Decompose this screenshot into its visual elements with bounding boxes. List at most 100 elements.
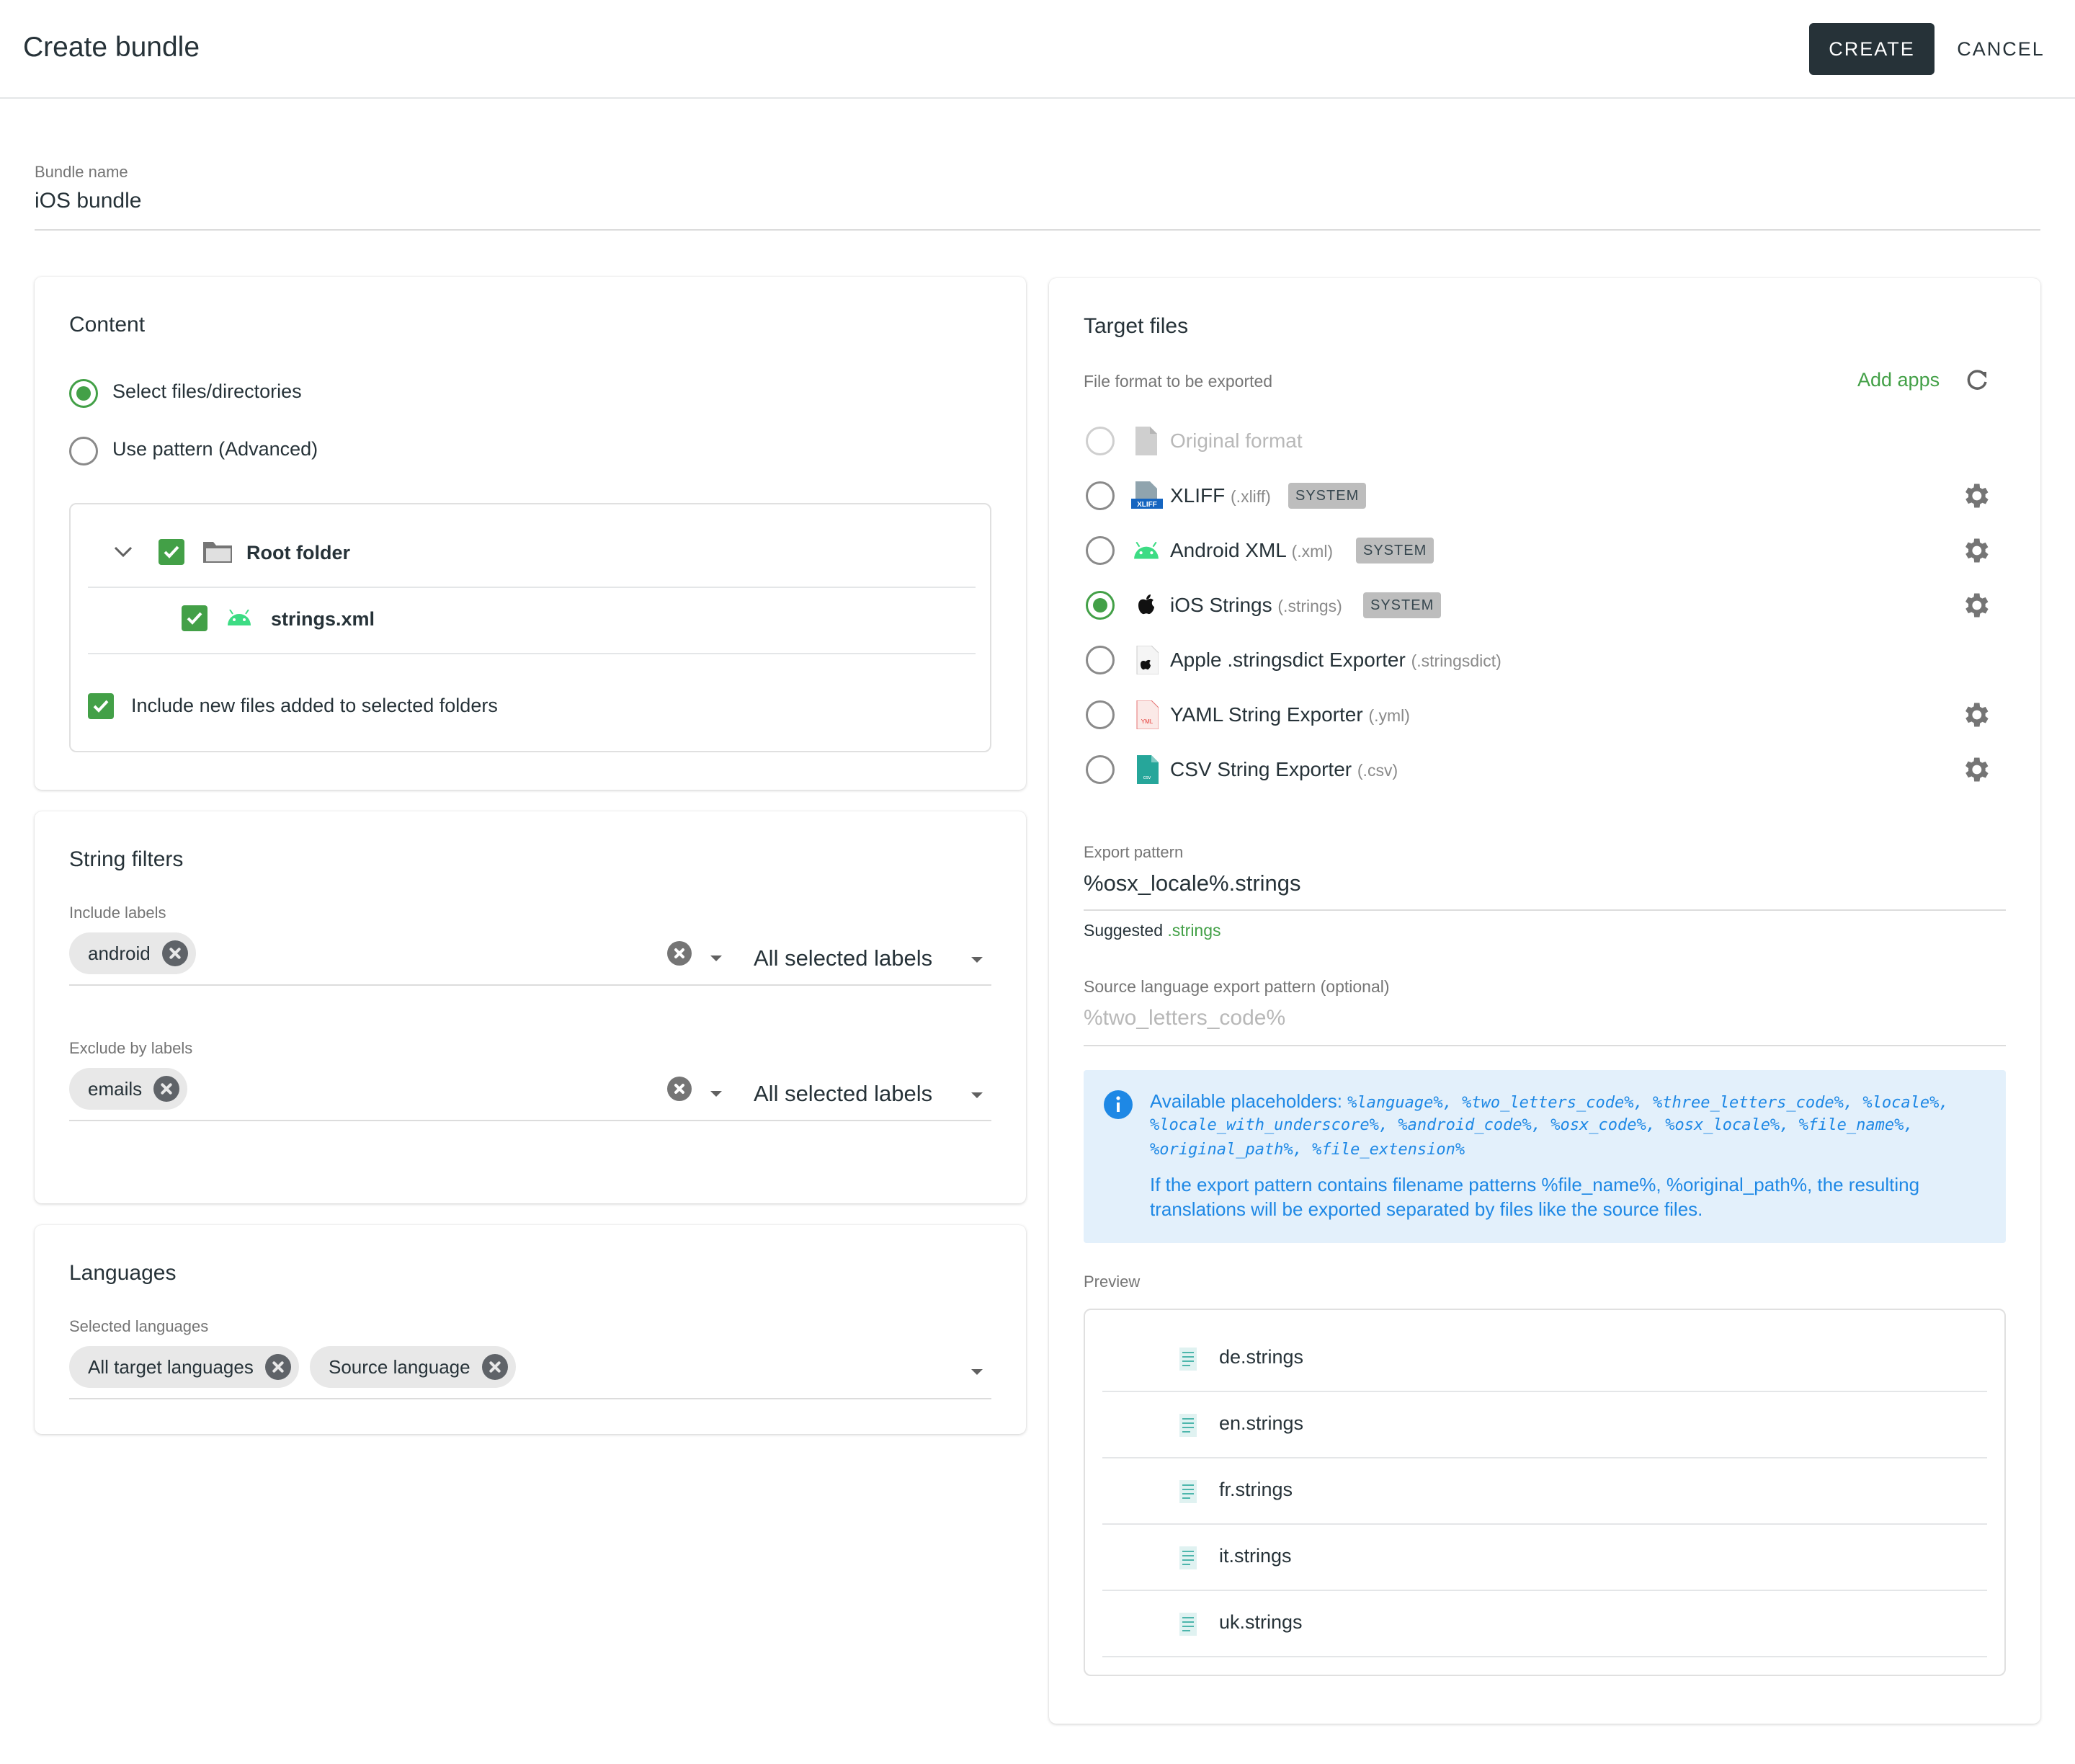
- placeholders-line: %locale_with_underscore%, %android_code%…: [1150, 1116, 1914, 1134]
- svg-text:YML: YML: [1141, 718, 1153, 725]
- chip-label: All target languages: [88, 1355, 254, 1378]
- csv-radio[interactable]: [1086, 755, 1115, 784]
- source-pattern-input[interactable]: %two_letters_code%: [1084, 1006, 1285, 1030]
- xliff-radio[interactable]: [1086, 481, 1115, 510]
- format-name: YAML String Exporter (.yml): [1170, 703, 1410, 726]
- cancel-button[interactable]: CANCEL: [1947, 23, 2055, 75]
- language-chip: All target languages: [69, 1346, 299, 1388]
- document-icon: [1179, 1348, 1197, 1371]
- svg-text:XLIFF: XLIFF: [1137, 501, 1157, 509]
- create-button[interactable]: CREATE: [1809, 23, 1935, 75]
- preview-file-name: de.strings: [1219, 1346, 1304, 1368]
- gear-icon[interactable]: [1960, 589, 1991, 621]
- file-icon: [1135, 427, 1157, 455]
- export-pattern-input[interactable]: %osx_locale%.strings: [1084, 870, 1301, 896]
- placeholders-info-box: Available placeholders: %language%, %two…: [1084, 1070, 2006, 1243]
- dropdown-arrow-icon[interactable]: [710, 1091, 722, 1097]
- include-mode-underline: [754, 984, 991, 986]
- source-pattern-label: Source language export pattern (optional…: [1084, 977, 1390, 996]
- clear-icon[interactable]: [667, 941, 692, 966]
- folder-icon: [203, 542, 232, 563]
- xliff-icon: XLIFF: [1131, 481, 1163, 509]
- selected-languages-label: Selected languages: [69, 1317, 209, 1335]
- suggested-value[interactable]: .strings: [1167, 921, 1221, 940]
- include-labels-underline: [69, 984, 765, 986]
- dropdown-arrow-icon[interactable]: [710, 956, 722, 961]
- remove-chip-icon[interactable]: [161, 940, 188, 966]
- select-files-label[interactable]: Select files/directories: [112, 380, 302, 403]
- format-name: Android XML (.xml): [1170, 539, 1334, 561]
- remove-chip-icon[interactable]: [481, 1354, 508, 1380]
- gear-icon[interactable]: [1960, 754, 1991, 785]
- apple-icon: [1138, 594, 1154, 615]
- placeholders-line: Available placeholders: %language%, %two…: [1150, 1090, 1949, 1112]
- csv-icon: csv: [1137, 755, 1159, 784]
- gear-icon[interactable]: [1960, 480, 1991, 512]
- gear-icon[interactable]: [1960, 535, 1991, 566]
- android-icon: [1134, 542, 1159, 559]
- dropdown-arrow-icon[interactable]: [971, 957, 983, 963]
- preview-file-row: en.strings: [1102, 1392, 1987, 1458]
- gear-icon[interactable]: [1960, 699, 1991, 731]
- document-icon: [1179, 1613, 1197, 1636]
- preview-file-row: it.strings: [1102, 1525, 1987, 1591]
- include-mode-select[interactable]: All selected labels: [754, 945, 932, 971]
- include-new-files-checkbox[interactable]: [88, 693, 114, 719]
- android-chip: android: [69, 932, 196, 974]
- bundle-name-underline: [35, 229, 2040, 231]
- bundle-name-input[interactable]: iOS bundle: [35, 189, 141, 213]
- file-tree-box: Root folder strings.xml Include new file…: [69, 503, 991, 752]
- stringsdict-radio[interactable]: [1086, 646, 1115, 674]
- preview-file-name: en.strings: [1219, 1412, 1304, 1434]
- yaml-radio[interactable]: [1086, 700, 1115, 729]
- chevron-down-icon[interactable]: [112, 545, 134, 559]
- android-xml-radio[interactable]: [1086, 536, 1115, 565]
- refresh-icon[interactable]: [1964, 368, 1990, 393]
- export-pattern-underline: [1084, 909, 2006, 911]
- system-badge: SYSTEM: [1363, 592, 1442, 618]
- tree-divider: [88, 587, 976, 588]
- suggested-hint: Suggested .strings: [1084, 921, 1221, 940]
- select-files-radio[interactable]: [69, 379, 98, 408]
- language-chip: Source language: [310, 1346, 516, 1388]
- export-pattern-label: Export pattern: [1084, 843, 1184, 861]
- preview-file-name: fr.strings: [1219, 1479, 1293, 1500]
- system-badge: SYSTEM: [1288, 483, 1367, 509]
- document-icon: [1179, 1546, 1197, 1569]
- preview-file-name: it.strings: [1219, 1545, 1292, 1567]
- languages-title: Languages: [69, 1261, 177, 1285]
- root-folder-checkbox[interactable]: [159, 539, 184, 565]
- apple-file-icon: [1136, 646, 1159, 674]
- system-badge: SYSTEM: [1356, 538, 1434, 564]
- strings-xml-checkbox[interactable]: [182, 605, 208, 631]
- root-folder-label: Root folder: [246, 542, 350, 564]
- format-name: CSV String Exporter (.csv): [1170, 758, 1398, 780]
- ios-strings-radio[interactable]: [1086, 591, 1115, 620]
- include-labels-label: Include labels: [69, 904, 166, 922]
- preview-file-row: de.strings: [1102, 1326, 1987, 1392]
- export-note: translations will be exported separated …: [1150, 1198, 1703, 1220]
- add-apps-link[interactable]: Add apps: [1857, 369, 1940, 391]
- source-pattern-underline: [1084, 1045, 2006, 1046]
- content-title: Content: [69, 313, 146, 337]
- languages-card: Languages Selected languages All target …: [35, 1225, 1026, 1434]
- placeholders-line: %original_path%, %file_extension%: [1150, 1141, 1465, 1159]
- string-filters-card: String filters Include labels android Al…: [35, 811, 1026, 1203]
- file-format-label: File format to be exported: [1084, 372, 1273, 391]
- content-card: Content Select files/directories Use pat…: [35, 277, 1026, 790]
- format-name: iOS Strings (.strings): [1170, 594, 1342, 616]
- preview-file-row: fr.strings: [1102, 1458, 1987, 1525]
- dropdown-arrow-icon[interactable]: [971, 1369, 983, 1375]
- exclude-mode-select[interactable]: All selected labels: [754, 1081, 932, 1107]
- use-pattern-label[interactable]: Use pattern (Advanced): [112, 438, 318, 460]
- languages-underline: [69, 1398, 991, 1399]
- emails-chip: emails: [69, 1068, 188, 1110]
- remove-chip-icon[interactable]: [264, 1354, 291, 1380]
- remove-chip-icon[interactable]: [153, 1076, 180, 1102]
- dropdown-arrow-icon[interactable]: [971, 1092, 983, 1098]
- use-pattern-radio[interactable]: [69, 437, 98, 466]
- tree-divider: [88, 653, 976, 654]
- clear-icon[interactable]: [667, 1077, 692, 1101]
- include-new-files-label[interactable]: Include new files added to selected fold…: [131, 695, 498, 717]
- top-bar: Create bundle CREATE CANCEL: [0, 0, 2075, 99]
